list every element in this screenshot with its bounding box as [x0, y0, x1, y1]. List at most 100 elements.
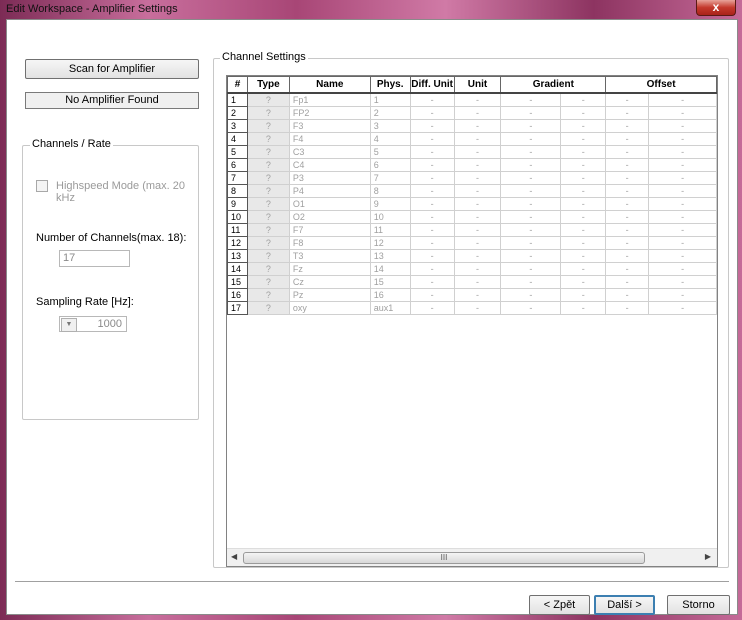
col-header-index[interactable]: #	[227, 76, 248, 94]
channel-unit[interactable]: -	[453, 158, 502, 172]
channel-grid[interactable]: # Type Name Phys. Diff. Unit Unit Gradie…	[226, 75, 718, 567]
table-row[interactable]: 10? O2 10- - - - - -	[227, 210, 717, 224]
channel-unit[interactable]: -	[453, 106, 502, 120]
channel-diff-unit[interactable]: -	[409, 158, 455, 172]
channel-phys[interactable]: 7	[369, 171, 411, 185]
channel-unit[interactable]: -	[453, 145, 502, 159]
channel-diff-unit[interactable]: -	[409, 236, 455, 250]
channel-offset-b[interactable]: -	[648, 145, 717, 159]
back-button[interactable]: < Zpět	[529, 595, 590, 615]
channel-gradient-a[interactable]: -	[500, 262, 562, 276]
channel-gradient-a[interactable]: -	[500, 145, 562, 159]
channel-type[interactable]: ?	[246, 236, 290, 250]
channel-phys[interactable]: 16	[369, 288, 411, 302]
channel-index[interactable]: 7	[227, 171, 248, 185]
table-row[interactable]: 8? P4 8- - - - - -	[227, 184, 717, 198]
title-bar[interactable]: Edit Workspace - Amplifier Settings x	[0, 0, 742, 19]
channel-phys[interactable]: 10	[369, 210, 411, 224]
channel-index[interactable]: 2	[227, 106, 248, 120]
channel-name[interactable]: C4	[288, 158, 371, 172]
channel-diff-unit[interactable]: -	[409, 106, 455, 120]
channel-gradient-b[interactable]: -	[560, 262, 607, 276]
close-button[interactable]: x	[696, 0, 736, 16]
channel-offset-a[interactable]: -	[605, 158, 650, 172]
channel-offset-b[interactable]: -	[648, 275, 717, 289]
channel-type[interactable]: ?	[246, 145, 290, 159]
channel-type[interactable]: ?	[246, 301, 290, 315]
channel-unit[interactable]: -	[453, 210, 502, 224]
channel-diff-unit[interactable]: -	[409, 288, 455, 302]
col-header-offset[interactable]: Offset	[605, 76, 717, 94]
channel-index[interactable]: 14	[227, 262, 248, 276]
channel-gradient-a[interactable]: -	[500, 132, 562, 146]
channel-name[interactable]: Cz	[288, 275, 371, 289]
channel-gradient-a[interactable]: -	[500, 106, 562, 120]
channel-gradient-a[interactable]: -	[500, 301, 562, 315]
channel-gradient-b[interactable]: -	[560, 145, 607, 159]
channel-name[interactable]: Fp1	[288, 92, 371, 107]
col-header-gradient[interactable]: Gradient	[500, 76, 607, 94]
channel-offset-a[interactable]: -	[605, 301, 650, 315]
channel-offset-a[interactable]: -	[605, 171, 650, 185]
table-row[interactable]: 13? T3 13- - - - - -	[227, 249, 717, 263]
channel-gradient-b[interactable]: -	[560, 275, 607, 289]
channel-phys[interactable]: 1	[369, 92, 411, 107]
scroll-right-icon[interactable]: ▶	[705, 552, 711, 561]
channel-diff-unit[interactable]: -	[409, 119, 455, 133]
scroll-thumb[interactable]: III	[243, 552, 645, 564]
channel-name[interactable]: Fz	[288, 262, 371, 276]
channel-unit[interactable]: -	[453, 288, 502, 302]
channel-index[interactable]: 3	[227, 119, 248, 133]
channel-name[interactable]: O2	[288, 210, 371, 224]
channel-type[interactable]: ?	[246, 210, 290, 224]
table-row[interactable]: 4? F4 4- - - - - -	[227, 132, 717, 146]
channel-gradient-a[interactable]: -	[500, 171, 562, 185]
channel-gradient-b[interactable]: -	[560, 132, 607, 146]
channels-count-input[interactable]: 17	[59, 250, 130, 267]
channel-index[interactable]: 5	[227, 145, 248, 159]
channel-name[interactable]: oxy	[288, 301, 371, 315]
channel-gradient-b[interactable]: -	[560, 171, 607, 185]
channel-offset-a[interactable]: -	[605, 132, 650, 146]
channel-index[interactable]: 1	[227, 92, 248, 107]
channel-gradient-b[interactable]: -	[560, 301, 607, 315]
channel-offset-b[interactable]: -	[648, 223, 717, 237]
channel-gradient-b[interactable]: -	[560, 288, 607, 302]
channel-offset-b[interactable]: -	[648, 249, 717, 263]
channel-phys[interactable]: 4	[369, 132, 411, 146]
channel-gradient-a[interactable]: -	[500, 210, 562, 224]
channel-offset-b[interactable]: -	[648, 288, 717, 302]
table-row[interactable]: 7? P3 7- - - - - -	[227, 171, 717, 185]
table-row[interactable]: 2? FP2 2- - - - - -	[227, 106, 717, 120]
table-row[interactable]: 16? Pz 16- - - - - -	[227, 288, 717, 302]
channel-type[interactable]: ?	[246, 132, 290, 146]
cancel-button[interactable]: Storno	[667, 595, 730, 615]
channel-phys[interactable]: 3	[369, 119, 411, 133]
highspeed-checkbox[interactable]	[36, 180, 48, 192]
sampling-rate-select[interactable]: ▼ 1000	[59, 316, 127, 332]
channel-unit[interactable]: -	[453, 262, 502, 276]
channel-offset-a[interactable]: -	[605, 106, 650, 120]
channel-diff-unit[interactable]: -	[409, 249, 455, 263]
channel-diff-unit[interactable]: -	[409, 132, 455, 146]
channel-index[interactable]: 16	[227, 288, 248, 302]
channel-offset-a[interactable]: -	[605, 92, 650, 107]
table-row[interactable]: 12? F8 12- - - - - -	[227, 236, 717, 250]
scroll-left-icon[interactable]: ◀	[231, 552, 237, 561]
next-button[interactable]: Další >	[594, 595, 655, 615]
channel-offset-a[interactable]: -	[605, 236, 650, 250]
channel-phys[interactable]: 8	[369, 184, 411, 198]
channel-name[interactable]: FP2	[288, 106, 371, 120]
channel-phys[interactable]: 9	[369, 197, 411, 211]
channel-name[interactable]: F7	[288, 223, 371, 237]
channel-type[interactable]: ?	[246, 262, 290, 276]
table-row[interactable]: 9? O1 9- - - - - -	[227, 197, 717, 211]
channel-offset-a[interactable]: -	[605, 262, 650, 276]
channel-gradient-b[interactable]: -	[560, 249, 607, 263]
channel-diff-unit[interactable]: -	[409, 210, 455, 224]
channel-offset-b[interactable]: -	[648, 301, 717, 315]
channel-diff-unit[interactable]: -	[409, 262, 455, 276]
channel-diff-unit[interactable]: -	[409, 197, 455, 211]
channel-offset-b[interactable]: -	[648, 158, 717, 172]
channel-name[interactable]: F8	[288, 236, 371, 250]
